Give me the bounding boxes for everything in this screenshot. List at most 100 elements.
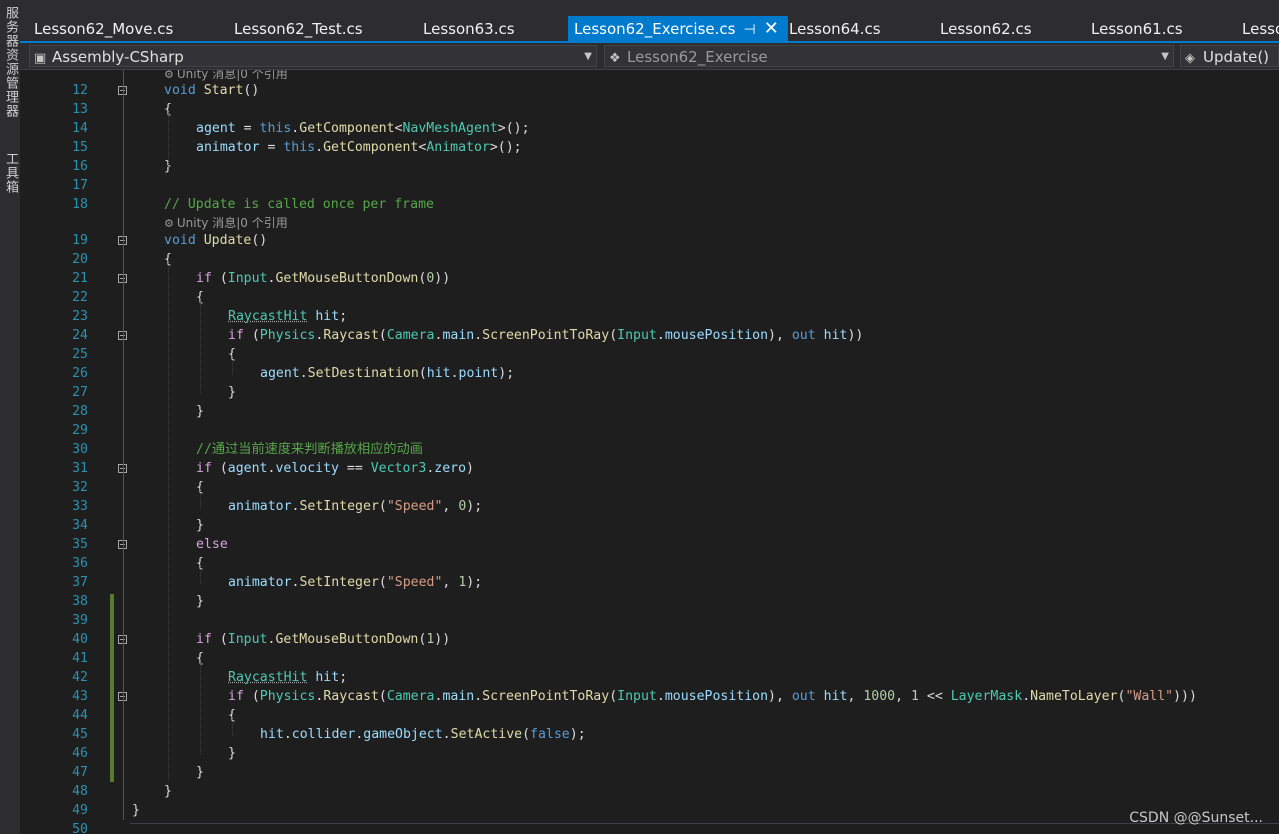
tab-lesson62[interactable]: Lesson62.cs: [926, 16, 1086, 42]
code-line[interactable]: 37 animator.SetInteger("Speed", 1);: [20, 573, 1279, 592]
code-text: }: [132, 801, 140, 820]
code-line[interactable]: 31 if (agent.velocity == Vector3.zero): [20, 459, 1279, 478]
server-explorer-tab[interactable]: 服务器资源管理器: [2, 6, 18, 118]
code-line[interactable]: 20{: [20, 250, 1279, 269]
code-token: }: [196, 518, 204, 533]
project-dropdown[interactable]: ▣ Assembly-CSharp ▼: [29, 45, 597, 67]
code-token: agent: [227, 461, 268, 476]
code-token: hit: [260, 727, 284, 742]
line-number: 43: [72, 689, 88, 704]
code-token: Camera: [386, 689, 435, 704]
code-token: }: [196, 765, 204, 780]
pin-icon[interactable]: ⊣: [743, 17, 755, 42]
code-line[interactable]: 25{: [20, 345, 1279, 364]
tab-lesson62-move[interactable]: Lesson62_Move.cs: [20, 16, 230, 42]
code-token: );: [466, 499, 483, 514]
code-token: );: [466, 575, 483, 590]
code-editor[interactable]: ⚙ Unity 消息|0 个引用 ⚙ Unity 消息|0 个引用 12 void S…: [20, 70, 1279, 834]
code-line[interactable]: 18 // Update is called once per frame: [20, 195, 1279, 214]
code-line[interactable]: 32{: [20, 478, 1279, 497]
code-line[interactable]: 14 agent = this.GetComponent<NavMeshAgent…: [20, 119, 1279, 138]
code-line[interactable]: 21 if (Input.GetMouseButtonDown(0)): [20, 269, 1279, 288]
code-text: }: [196, 516, 204, 535]
code-line[interactable]: 26 agent.SetDestination(hit.point);: [20, 364, 1279, 383]
tab-lesson62-test[interactable]: Lesson62_Test.cs: [220, 16, 420, 42]
code-line[interactable]: 41{: [20, 649, 1279, 668]
code-token: (): [243, 83, 260, 98]
hint-text: Unity 消息|0 个引用: [176, 216, 288, 230]
code-token: .: [283, 727, 292, 742]
codelens-hint-update[interactable]: ⚙ Unity 消息|0 个引用: [164, 215, 288, 231]
code-line[interactable]: 39: [20, 611, 1279, 630]
code-line[interactable]: 24 if (Physics.Raycast(Camera.main.Screen…: [20, 326, 1279, 345]
code-line[interactable]: 33 animator.SetInteger("Speed", 0);: [20, 497, 1279, 516]
code-token: Physics: [259, 689, 316, 704]
code-line[interactable]: 47}: [20, 763, 1279, 782]
code-line[interactable]: 48}: [20, 782, 1279, 801]
watermark: CSDN @@Sunset...: [1129, 810, 1263, 826]
code-line[interactable]: 27}: [20, 383, 1279, 402]
code-line[interactable]: 35 else: [20, 535, 1279, 554]
code-line[interactable]: 17: [20, 176, 1279, 195]
code-line[interactable]: 30 //通过当前速度来判断播放相应的动画: [20, 440, 1279, 459]
line-number: 49: [72, 803, 88, 818]
code-token: (: [211, 271, 228, 286]
line-number: 32: [72, 480, 88, 495]
tab-lesson62-exercise[interactable]: Lesson62_Exercise.cs ⊣ ✕: [568, 16, 788, 42]
code-token: Start: [203, 83, 244, 98]
code-line[interactable]: 12 void Start(): [20, 81, 1279, 100]
code-line[interactable]: 16}: [20, 157, 1279, 176]
code-text: }: [164, 782, 172, 801]
code-line[interactable]: 28}: [20, 402, 1279, 421]
code-text: animator.SetInteger("Speed", 0);: [228, 497, 482, 516]
tab-lesso[interactable]: Lesso: [1228, 16, 1279, 42]
tab-lesson63[interactable]: Lesson63.cs: [409, 16, 569, 42]
code-text: if (Physics.Raycast(Camera.main.ScreenPo…: [228, 326, 863, 345]
line-number: 24: [72, 328, 88, 343]
tab-lesson61[interactable]: Lesson61.cs: [1077, 16, 1237, 42]
code-line[interactable]: 23 RaycastHit hit;: [20, 307, 1279, 326]
code-token: ),: [768, 689, 792, 704]
line-number: 47: [72, 765, 88, 780]
line-number: 36: [72, 556, 88, 571]
code-token: );: [498, 366, 515, 381]
code-line[interactable]: 38}: [20, 592, 1279, 611]
code-line[interactable]: 40 if (Input.GetMouseButtonDown(1)): [20, 630, 1279, 649]
member-dropdown[interactable]: ◈ Update(): [1180, 45, 1279, 67]
code-line[interactable]: 36{: [20, 554, 1279, 573]
code-line[interactable]: 42 RaycastHit hit;: [20, 668, 1279, 687]
code-line[interactable]: 15 animator = this.GetComponent<Animator>…: [20, 138, 1279, 157]
class-dropdown[interactable]: ❖ Lesson62_Exercise ▼: [604, 45, 1174, 67]
code-text: RaycastHit hit;: [228, 307, 347, 326]
code-token: if: [228, 689, 244, 704]
line-number: 50: [72, 822, 88, 834]
code-token: RaycastHit: [228, 670, 308, 685]
code-token: <<: [918, 689, 951, 704]
code-token: Animator: [426, 140, 490, 155]
toolbox-tab[interactable]: 工具箱: [2, 152, 18, 194]
code-token: Input: [227, 632, 268, 647]
code-token: GetComponent: [323, 140, 419, 155]
code-line[interactable]: 46}: [20, 744, 1279, 763]
line-number: 21: [72, 271, 88, 286]
code-line[interactable]: 45 hit.collider.gameObject.SetActive(fals…: [20, 725, 1279, 744]
code-token: main: [442, 689, 475, 704]
code-token: ;: [339, 309, 348, 324]
code-token: ScreenPointToRay: [482, 328, 610, 343]
code-line[interactable]: 22{: [20, 288, 1279, 307]
code-line[interactable]: 43 if (Physics.Raycast(Camera.main.Screen…: [20, 687, 1279, 706]
code-token: GetMouseButtonDown: [275, 271, 419, 286]
code-line[interactable]: 44{: [20, 706, 1279, 725]
code-text: else: [196, 535, 228, 554]
line-number: 45: [72, 727, 88, 742]
indent-guide: [200, 564, 201, 584]
code-line[interactable]: 29: [20, 421, 1279, 440]
tab-lesson64[interactable]: Lesson64.cs: [775, 16, 935, 42]
code-line[interactable]: 19 void Update(): [20, 231, 1279, 250]
code-line[interactable]: 13{: [20, 100, 1279, 119]
code-token: Raycast: [323, 689, 379, 704]
code-line[interactable]: 49}: [20, 801, 1279, 820]
code-text: }: [196, 592, 204, 611]
code-line[interactable]: 34}: [20, 516, 1279, 535]
